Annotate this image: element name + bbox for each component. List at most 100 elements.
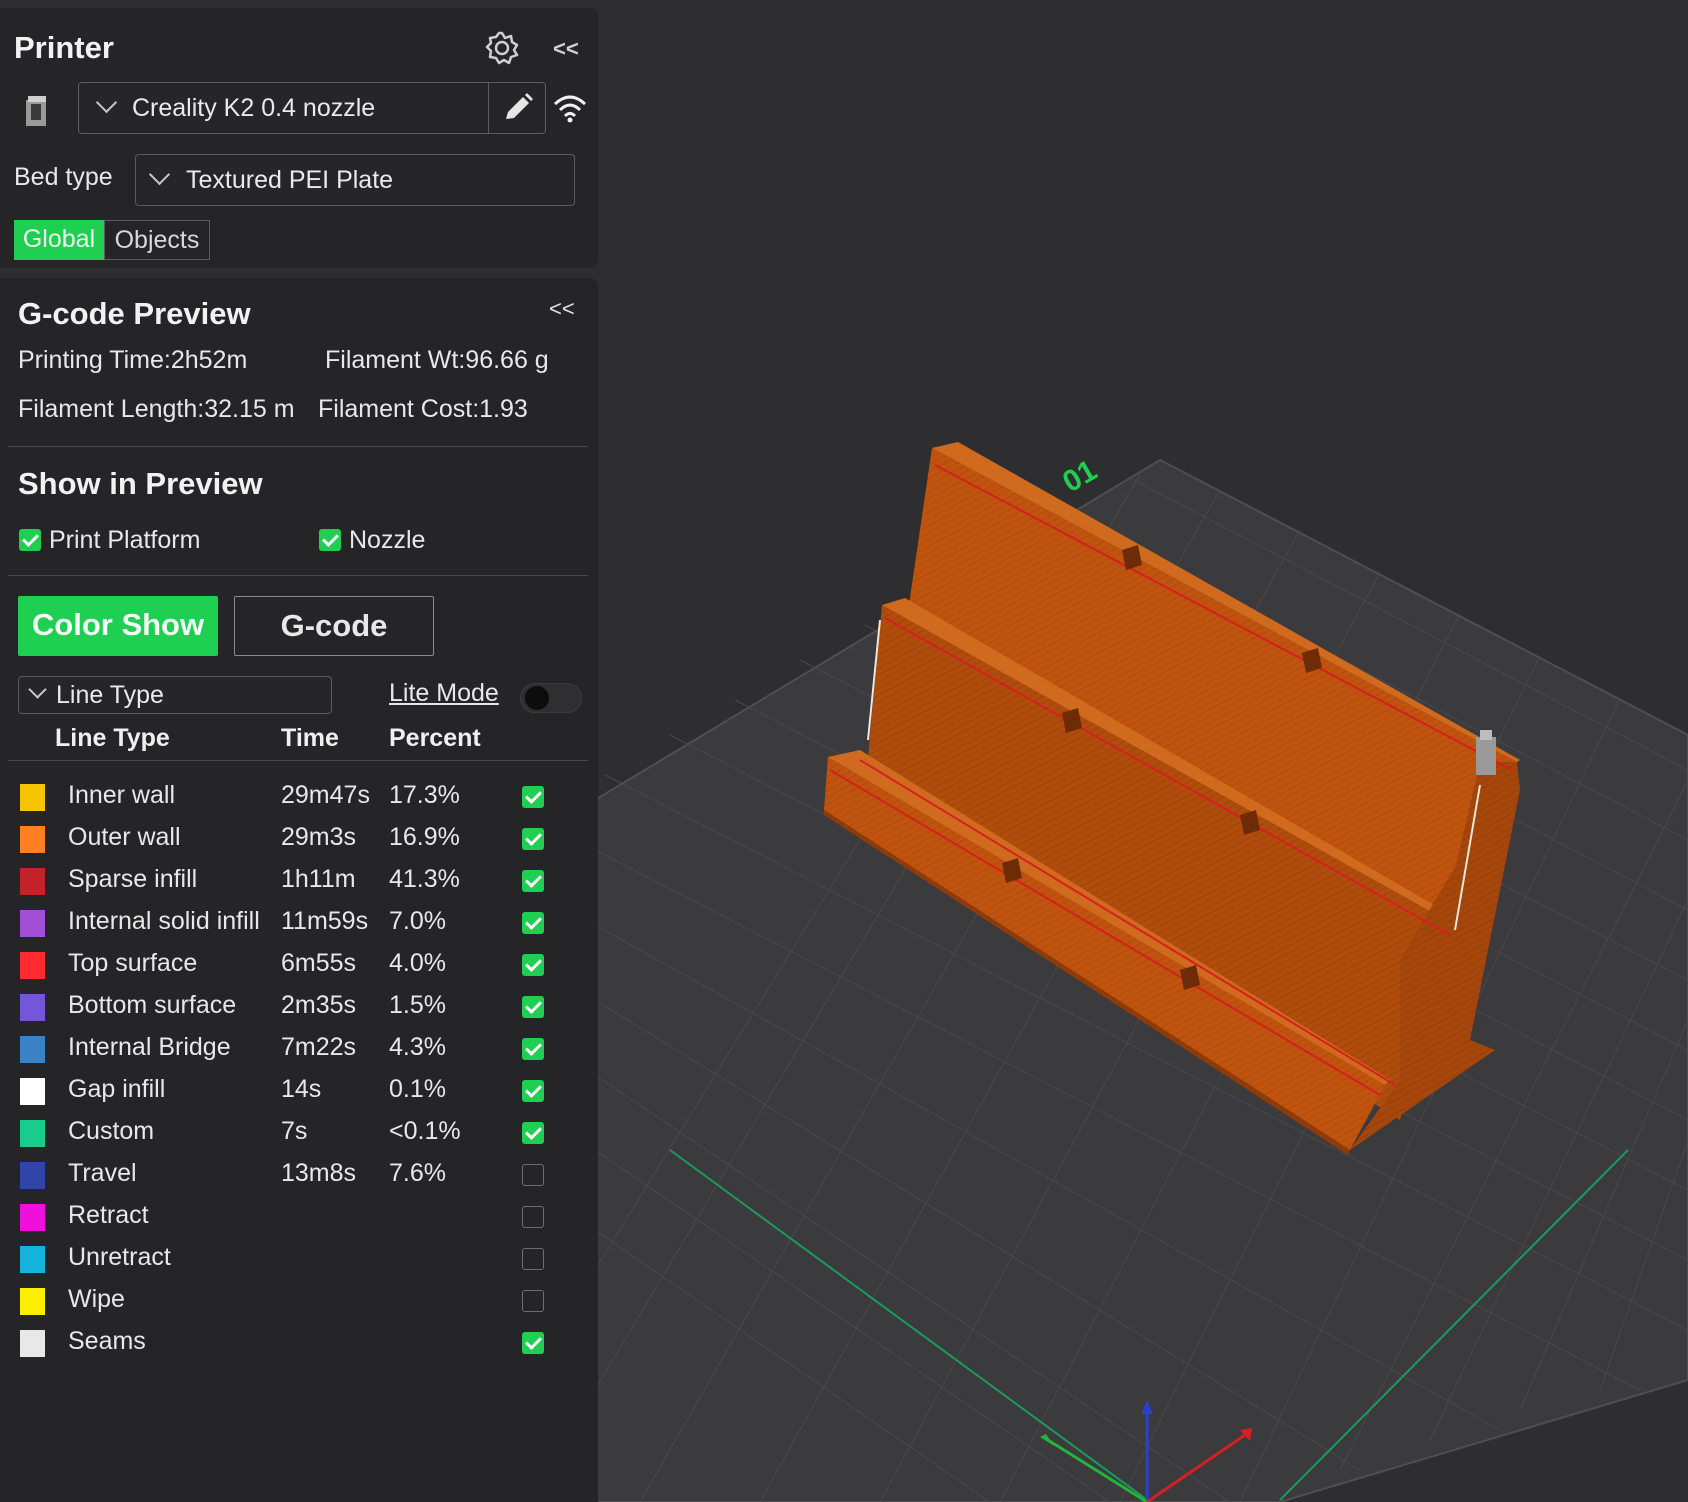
line-type-name: Internal solid infill [68,907,260,935]
nozzle-label: Nozzle [349,526,426,554]
tab-global[interactable]: Global [14,220,104,260]
line-type-name: Gap infill [68,1075,166,1103]
table-row: Sparse infill 1h11m 41.3% [0,859,598,901]
line-type-select-value: Line Type [56,681,164,709]
printer-select[interactable]: Creality K2 0.4 nozzle [78,82,546,134]
filament-length: Filament Length:32.15 m [18,395,295,423]
table-row: Top surface 6m55s 4.0% [0,943,598,985]
chevron-down-icon [28,680,47,699]
line-type-select[interactable]: Line Type [18,676,332,714]
lite-mode-label[interactable]: Lite Mode [389,679,499,708]
printer-section: Printer << Creality K2 0.4 nozzle Bed ty… [0,8,598,268]
col-header-time: Time [281,724,339,752]
visibility-checkbox[interactable] [522,1290,544,1312]
divider [8,446,588,447]
collapse-icon[interactable]: << [553,36,579,62]
line-type-name: Inner wall [68,781,175,809]
visibility-checkbox[interactable] [522,870,544,892]
visibility-checkbox[interactable] [522,1332,544,1354]
table-row: Wipe [0,1279,598,1321]
bed-type-select[interactable]: Textured PEI Plate [135,154,575,206]
collapse-icon[interactable]: << [549,296,575,322]
table-row: Gap infill 14s 0.1% [0,1069,598,1111]
divider [8,760,588,761]
table-row: Bottom surface 2m35s 1.5% [0,985,598,1027]
bed-type-label: Bed type [14,163,113,191]
visibility-checkbox[interactable] [522,912,544,934]
table-row: Travel 13m8s 7.6% [0,1153,598,1195]
visibility-checkbox[interactable] [522,1122,544,1144]
gear-icon[interactable] [484,30,520,66]
visibility-checkbox[interactable] [522,996,544,1018]
color-swatch [20,1078,45,1105]
color-swatch [20,784,45,811]
color-swatch [20,1036,45,1063]
filament-cost: Filament Cost:1.93 [318,395,528,423]
gcode-preview-title: G-code Preview [18,296,251,331]
printer-title: Printer [14,30,114,65]
line-type-percent: 0.1% [389,1075,446,1103]
table-row: Retract [0,1195,598,1237]
line-type-time: 29m3s [281,823,357,851]
visibility-checkbox[interactable] [522,1248,544,1270]
line-type-percent: 4.0% [389,949,446,977]
visibility-checkbox[interactable] [522,1080,544,1102]
line-type-percent: <0.1% [389,1117,461,1145]
nozzle-checkbox[interactable] [319,529,341,551]
wifi-icon[interactable] [552,92,588,124]
gcode-button[interactable]: G-code [234,596,434,656]
visibility-checkbox[interactable] [522,828,544,850]
line-type-name: Outer wall [68,823,181,851]
line-type-percent: 4.3% [389,1033,446,1061]
visibility-checkbox[interactable] [522,1164,544,1186]
line-type-time: 14s [281,1075,322,1103]
col-header-line-type: Line Type [55,724,170,752]
bed-type-value: Textured PEI Plate [186,166,394,194]
color-swatch [20,1288,45,1315]
line-type-name: Seams [68,1327,146,1355]
visibility-checkbox[interactable] [522,1038,544,1060]
toggle-icon [525,686,549,710]
divider [8,575,588,576]
line-type-percent: 17.3% [389,781,460,809]
line-type-percent: 7.0% [389,907,446,935]
line-type-time: 1h11m [281,865,356,893]
line-type-name: Custom [68,1117,155,1145]
line-type-time: 7s [281,1117,308,1145]
table-row: Inner wall 29m47s 17.3% [0,775,598,817]
line-type-name: Top surface [68,949,198,977]
lite-mode-toggle[interactable] [520,683,582,713]
table-row: Internal solid infill 11m59s 7.0% [0,901,598,943]
chevron-down-icon [148,163,171,186]
edit-button[interactable] [488,83,545,133]
visibility-checkbox[interactable] [522,786,544,808]
color-swatch [20,868,45,895]
line-type-percent: 16.9% [389,823,460,851]
line-type-name: Internal Bridge [68,1033,231,1061]
table-row: Outer wall 29m3s 16.9% [0,817,598,859]
line-type-time: 6m55s [281,949,357,977]
print-platform-label: Print Platform [49,526,201,554]
color-swatch [20,1246,45,1273]
line-type-time: 29m47s [281,781,370,809]
color-swatch [20,910,45,937]
line-type-time: 2m35s [281,991,357,1019]
line-type-name: Wipe [68,1285,125,1313]
line-type-time: 11m59s [281,907,369,935]
color-swatch [20,1162,45,1189]
col-header-percent: Percent [389,724,481,752]
color-show-button[interactable]: Color Show [18,596,218,656]
line-type-time: 13m8s [281,1159,357,1187]
edit-icon [506,93,533,119]
show-in-preview-title: Show in Preview [18,466,263,501]
print-platform-checkbox[interactable] [19,529,41,551]
tab-objects[interactable]: Objects [104,220,210,260]
visibility-checkbox[interactable] [522,1206,544,1228]
line-type-name: Unretract [68,1243,171,1271]
table-row: Internal Bridge 7m22s 4.3% [0,1027,598,1069]
color-swatch [20,952,45,979]
visibility-checkbox[interactable] [522,954,544,976]
color-swatch [20,1204,45,1231]
line-type-name: Bottom surface [68,991,237,1019]
line-type-percent: 41.3% [389,865,460,893]
